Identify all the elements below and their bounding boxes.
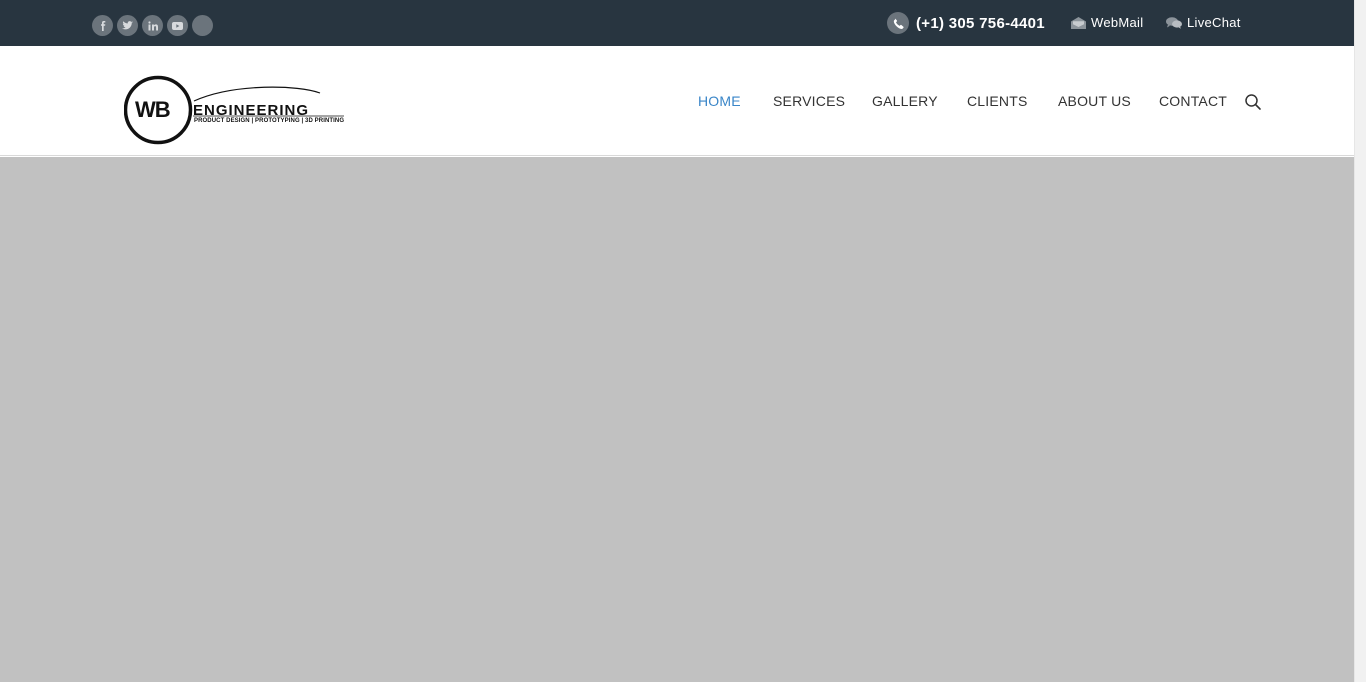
svg-text:ENGINEERING: ENGINEERING bbox=[193, 102, 309, 119]
nav-services[interactable]: SERVICES bbox=[773, 93, 845, 109]
logo-tagline: PRODUCT DESIGN | PROTOTYPING | 3D PRINTI… bbox=[194, 118, 345, 124]
phone-number: (+1) 305 756-4401 bbox=[916, 14, 1045, 32]
nav-clients[interactable]: CLIENTS bbox=[967, 93, 1028, 109]
social-links bbox=[92, 15, 213, 36]
page-scrollbar[interactable] bbox=[1354, 0, 1366, 682]
page: (+1) 305 756-4401 WebMail LiveChat WB EN… bbox=[0, 0, 1366, 682]
search-icon[interactable] bbox=[1244, 93, 1262, 111]
site-header: WB ENGINEERING PRODUCT DESIGN | PROTOTYP… bbox=[0, 46, 1354, 156]
chat-bubbles-icon bbox=[1166, 16, 1182, 29]
nav-about-us[interactable]: ABOUT US bbox=[1058, 93, 1131, 109]
facebook-icon[interactable] bbox=[92, 15, 113, 36]
phone-icon bbox=[887, 12, 909, 34]
youtube-icon[interactable] bbox=[167, 15, 188, 36]
twitter-icon[interactable] bbox=[117, 15, 138, 36]
svg-text:WB: WB bbox=[135, 97, 170, 122]
blank-social-icon[interactable] bbox=[192, 15, 213, 36]
logo-graphic: WB ENGINEERING bbox=[123, 75, 344, 145]
webmail-label: WebMail bbox=[1091, 15, 1144, 30]
livechat-link[interactable]: LiveChat bbox=[1166, 15, 1241, 30]
envelope-open-icon bbox=[1071, 16, 1086, 29]
nav-contact[interactable]: CONTACT bbox=[1159, 93, 1227, 109]
nav-home[interactable]: HOME bbox=[698, 93, 741, 109]
site-logo[interactable]: WB ENGINEERING PRODUCT DESIGN | PROTOTYP… bbox=[123, 75, 346, 145]
hero-banner bbox=[0, 157, 1354, 682]
nav-gallery[interactable]: GALLERY bbox=[872, 93, 938, 109]
top-bar: (+1) 305 756-4401 WebMail LiveChat bbox=[0, 0, 1354, 46]
livechat-label: LiveChat bbox=[1187, 15, 1241, 30]
linkedin-icon[interactable] bbox=[142, 15, 163, 36]
webmail-link[interactable]: WebMail bbox=[1071, 15, 1143, 30]
phone-contact[interactable]: (+1) 305 756-4401 bbox=[887, 12, 1045, 34]
